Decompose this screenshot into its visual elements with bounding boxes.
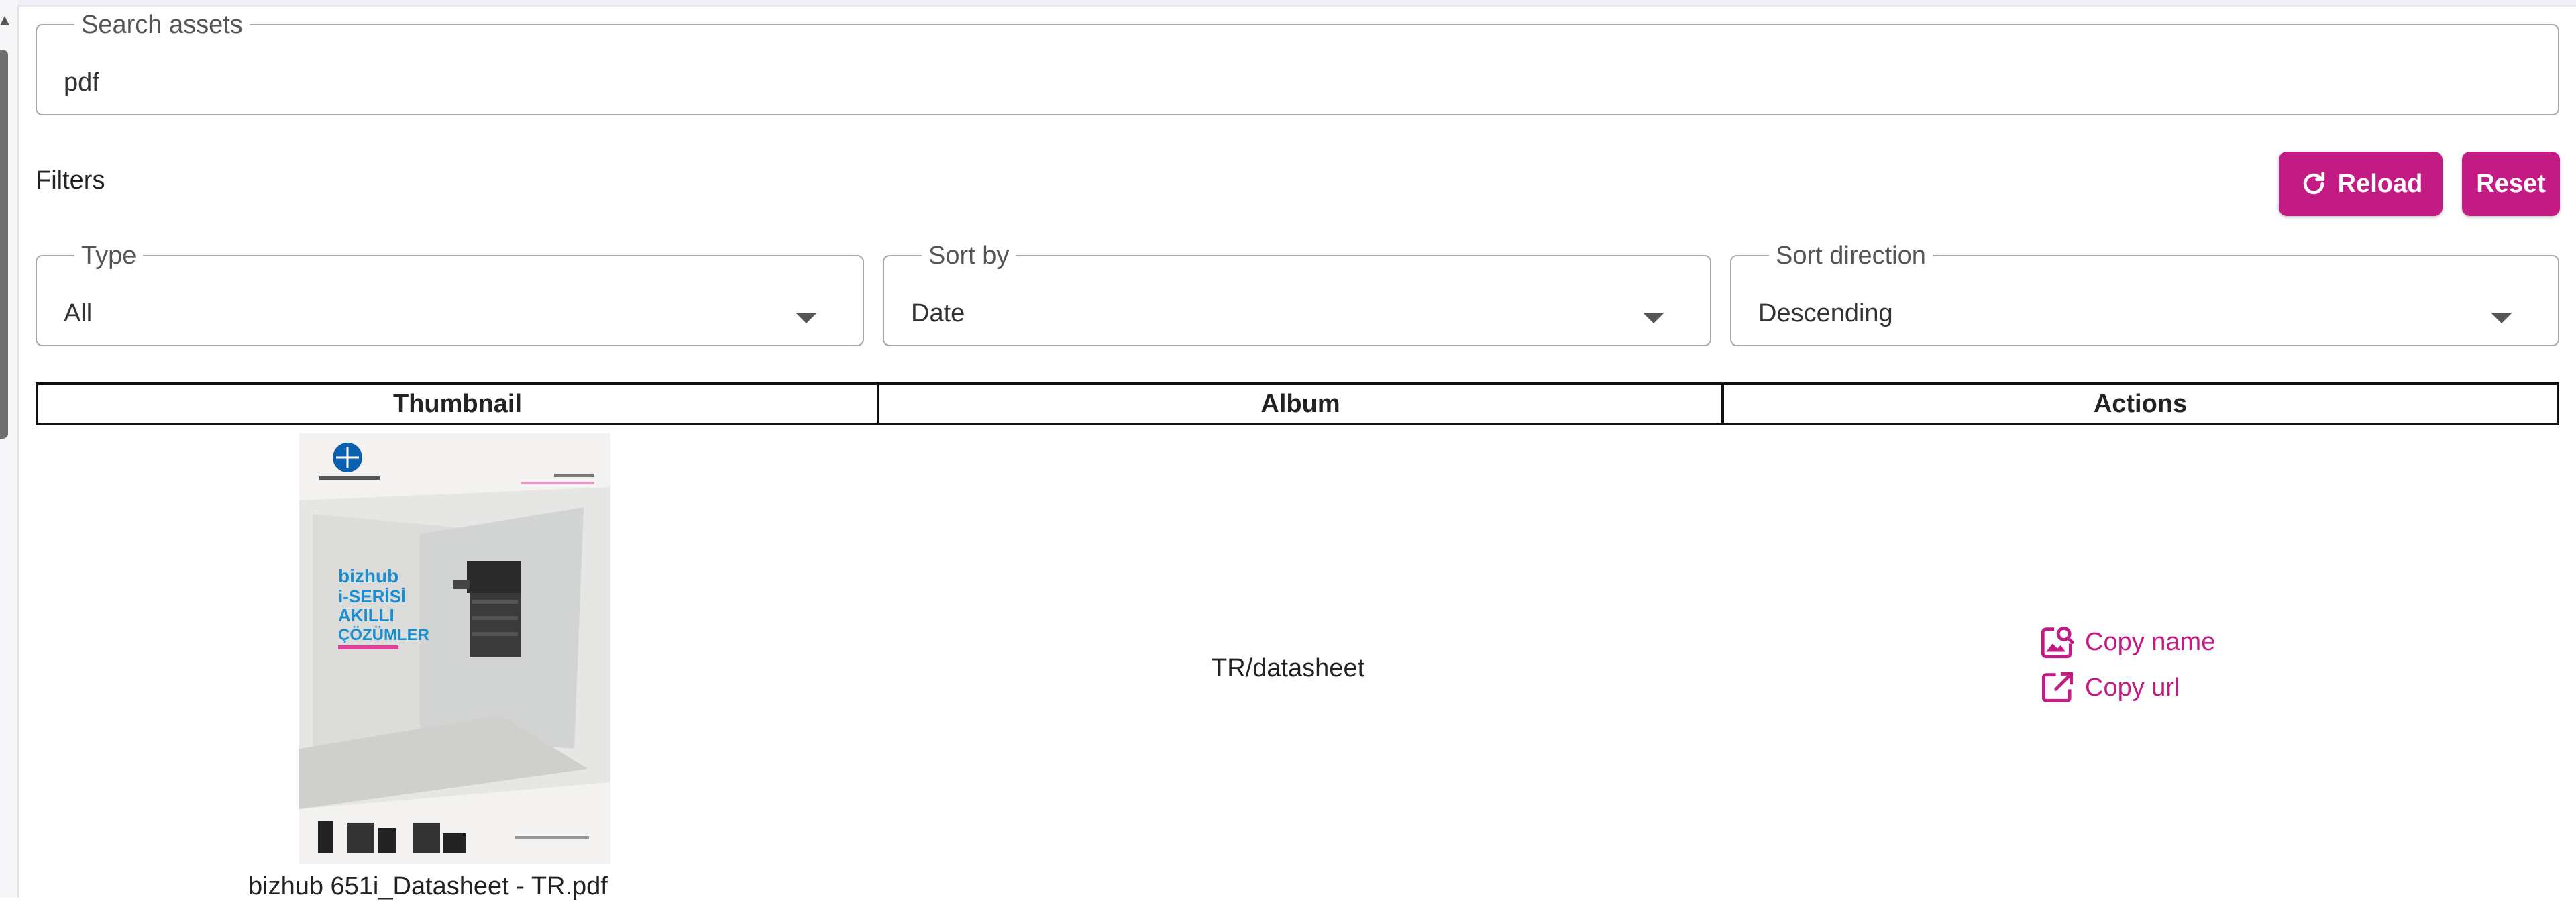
reset-button[interactable]: Reset: [2462, 152, 2560, 216]
scroll-up-arrow-icon[interactable]: [0, 16, 9, 25]
search-label: Search assets: [81, 11, 243, 39]
type-value: All: [64, 299, 93, 327]
reset-label: Reset: [2476, 169, 2546, 198]
asset-thumbnail[interactable]: bizhub i-SERİSİ AKILLI ÇÖZÜMLER: [299, 433, 610, 864]
cover-headline-3: AKILLI: [338, 605, 394, 625]
search-input[interactable]: Search assets pdf: [36, 12, 2559, 115]
column-header-album[interactable]: Album: [877, 382, 1724, 425]
reload-button[interactable]: Reload: [2279, 152, 2443, 216]
filters-title: Filters: [36, 166, 105, 195]
left-scrollbar[interactable]: [0, 0, 19, 898]
open-external-icon: [2042, 672, 2073, 702]
chevron-down-icon: [796, 313, 817, 323]
chevron-down-icon: [2491, 313, 2512, 323]
asset-filename: bizhub 651i_Datasheet - TR.pdf: [248, 872, 608, 900]
cover-headline-2: i-SERİSİ: [338, 586, 406, 606]
copy-name-label: Copy name: [2085, 627, 2216, 656]
scrollbar-thumb[interactable]: [0, 50, 8, 439]
sort-direction-value: Descending: [1758, 299, 1893, 327]
asset-album: TR/datasheet: [1212, 654, 1365, 682]
copy-name-link[interactable]: Copy name: [2038, 623, 2215, 661]
search-value[interactable]: pdf: [64, 68, 99, 97]
reload-icon: [2303, 172, 2324, 195]
column-header-actions[interactable]: Actions: [1721, 382, 2559, 425]
copy-url-label: Copy url: [2085, 673, 2180, 702]
top-divider: [17, 0, 2576, 7]
type-label: Type: [81, 242, 137, 270]
chevron-down-icon: [1643, 313, 1664, 323]
copy-url-link[interactable]: Copy url: [2038, 668, 2180, 707]
datasheet-cover-image: bizhub i-SERİSİ AKILLI ÇÖZÜMLER: [299, 433, 610, 864]
image-search-icon: [2041, 627, 2074, 659]
type-select[interactable]: Type All: [36, 243, 864, 346]
sort-by-value: Date: [911, 299, 965, 327]
cover-headline-4: ÇÖZÜMLER: [338, 626, 429, 644]
assets-table: Thumbnail Album Actions: [36, 382, 2559, 425]
sort-direction-select[interactable]: Sort direction Descending: [1730, 243, 2559, 346]
sort-direction-label: Sort direction: [1776, 242, 1926, 270]
cover-headline-1: bizhub: [338, 566, 398, 586]
sort-by-label: Sort by: [928, 242, 1010, 270]
sort-by-select[interactable]: Sort by Date: [883, 243, 1711, 346]
reload-label: Reload: [2337, 169, 2423, 198]
column-header-thumbnail[interactable]: Thumbnail: [36, 382, 879, 425]
